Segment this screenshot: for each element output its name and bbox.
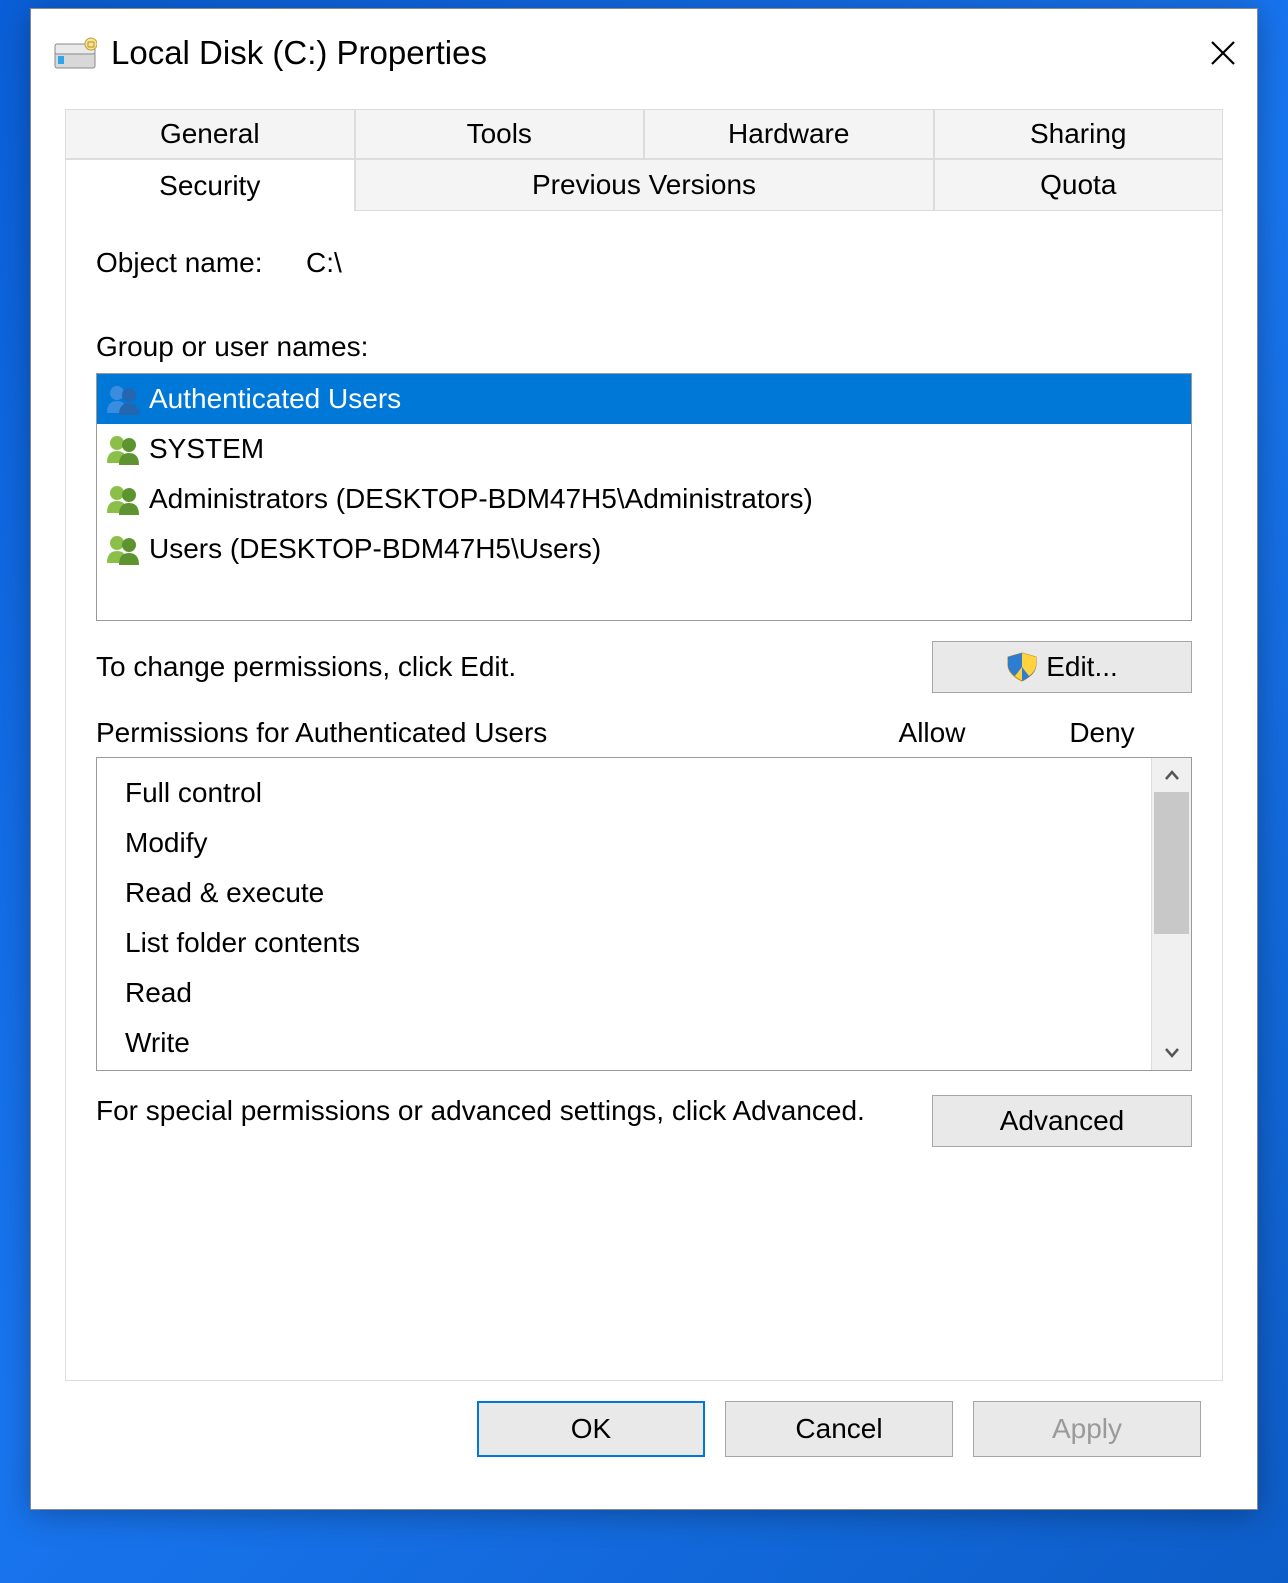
scroll-thumb[interactable] bbox=[1154, 792, 1189, 934]
tab-tools[interactable]: Tools bbox=[355, 109, 645, 159]
permissions-inner: Full controlModifyRead & executeList fol… bbox=[97, 758, 1151, 1070]
permission-item: Read & execute bbox=[125, 868, 1151, 918]
permissions-header: Permissions for Authenticated Users bbox=[96, 717, 852, 749]
list-item-label: Administrators (DESKTOP-BDM47H5\Administ… bbox=[149, 483, 813, 515]
tab-security[interactable]: Security bbox=[65, 159, 355, 211]
apply-button[interactable]: Apply bbox=[973, 1401, 1201, 1457]
cancel-label: Cancel bbox=[795, 1413, 882, 1445]
group-icon bbox=[105, 381, 141, 417]
tab-hardware[interactable]: Hardware bbox=[644, 109, 934, 159]
close-button[interactable] bbox=[1201, 31, 1245, 75]
object-name-row: Object name: C:\ bbox=[96, 247, 1192, 279]
drive-icon bbox=[53, 34, 97, 72]
permission-item: Modify bbox=[125, 818, 1151, 868]
permission-item: Full control bbox=[125, 768, 1151, 818]
ok-label: OK bbox=[571, 1413, 611, 1445]
permission-item: Write bbox=[125, 1018, 1151, 1068]
advanced-button-label: Advanced bbox=[1000, 1105, 1125, 1137]
scroll-track[interactable] bbox=[1152, 792, 1191, 1036]
group-icon bbox=[105, 431, 141, 467]
list-item[interactable]: Administrators (DESKTOP-BDM47H5\Administ… bbox=[97, 474, 1191, 524]
scroll-down-button[interactable] bbox=[1152, 1036, 1191, 1070]
group-icon bbox=[105, 481, 141, 517]
list-item-label: SYSTEM bbox=[149, 433, 264, 465]
security-panel: Object name: C:\ Group or user names: Au… bbox=[65, 211, 1223, 1381]
group-list[interactable]: Authenticated Users SYSTEM Administrators … bbox=[96, 373, 1192, 621]
chevron-down-icon bbox=[1164, 1047, 1180, 1059]
edit-button[interactable]: Edit... bbox=[932, 641, 1192, 693]
properties-dialog: Local Disk (C:) Properties General Tools… bbox=[30, 8, 1258, 1510]
shield-icon bbox=[1006, 651, 1038, 683]
object-name-value: C:\ bbox=[306, 247, 342, 279]
edit-row: To change permissions, click Edit. Edit.… bbox=[96, 641, 1192, 693]
list-item-label: Users (DESKTOP-BDM47H5\Users) bbox=[149, 533, 601, 565]
deny-header: Deny bbox=[1012, 717, 1192, 749]
dialog-content: General Tools Hardware Sharing Security … bbox=[31, 97, 1257, 1509]
tab-strip: General Tools Hardware Sharing Security … bbox=[65, 109, 1223, 211]
groups-label: Group or user names: bbox=[96, 331, 1192, 363]
advanced-hint: For special permissions or advanced sett… bbox=[96, 1095, 932, 1147]
dialog-title: Local Disk (C:) Properties bbox=[111, 34, 487, 72]
edit-button-label: Edit... bbox=[1046, 651, 1118, 683]
list-item[interactable]: SYSTEM bbox=[97, 424, 1191, 474]
permission-item: List folder contents bbox=[125, 918, 1151, 968]
scroll-up-button[interactable] bbox=[1152, 758, 1191, 792]
list-item-label: Authenticated Users bbox=[149, 383, 401, 415]
object-name-label: Object name: bbox=[96, 247, 306, 279]
tab-sharing[interactable]: Sharing bbox=[934, 109, 1224, 159]
titlebar: Local Disk (C:) Properties bbox=[31, 9, 1257, 97]
advanced-button[interactable]: Advanced bbox=[932, 1095, 1192, 1147]
permissions-list: Full controlModifyRead & executeList fol… bbox=[96, 757, 1192, 1071]
tab-previous-versions[interactable]: Previous Versions bbox=[355, 159, 934, 211]
group-icon bbox=[105, 531, 141, 567]
edit-hint: To change permissions, click Edit. bbox=[96, 651, 932, 683]
tab-general[interactable]: General bbox=[65, 109, 355, 159]
permission-item: Read bbox=[125, 968, 1151, 1018]
list-item[interactable]: Authenticated Users bbox=[97, 374, 1191, 424]
cancel-button[interactable]: Cancel bbox=[725, 1401, 953, 1457]
allow-header: Allow bbox=[852, 717, 1012, 749]
list-item[interactable]: Users (DESKTOP-BDM47H5\Users) bbox=[97, 524, 1191, 574]
tab-quota[interactable]: Quota bbox=[934, 159, 1224, 211]
advanced-row: For special permissions or advanced sett… bbox=[96, 1095, 1192, 1147]
apply-label: Apply bbox=[1052, 1413, 1122, 1445]
close-icon bbox=[1210, 40, 1236, 66]
permissions-scrollbar[interactable] bbox=[1151, 758, 1191, 1070]
ok-button[interactable]: OK bbox=[477, 1401, 705, 1457]
chevron-up-icon bbox=[1164, 769, 1180, 781]
dialog-footer: OK Cancel Apply bbox=[53, 1381, 1235, 1485]
permissions-header-row: Permissions for Authenticated Users Allo… bbox=[96, 717, 1192, 749]
